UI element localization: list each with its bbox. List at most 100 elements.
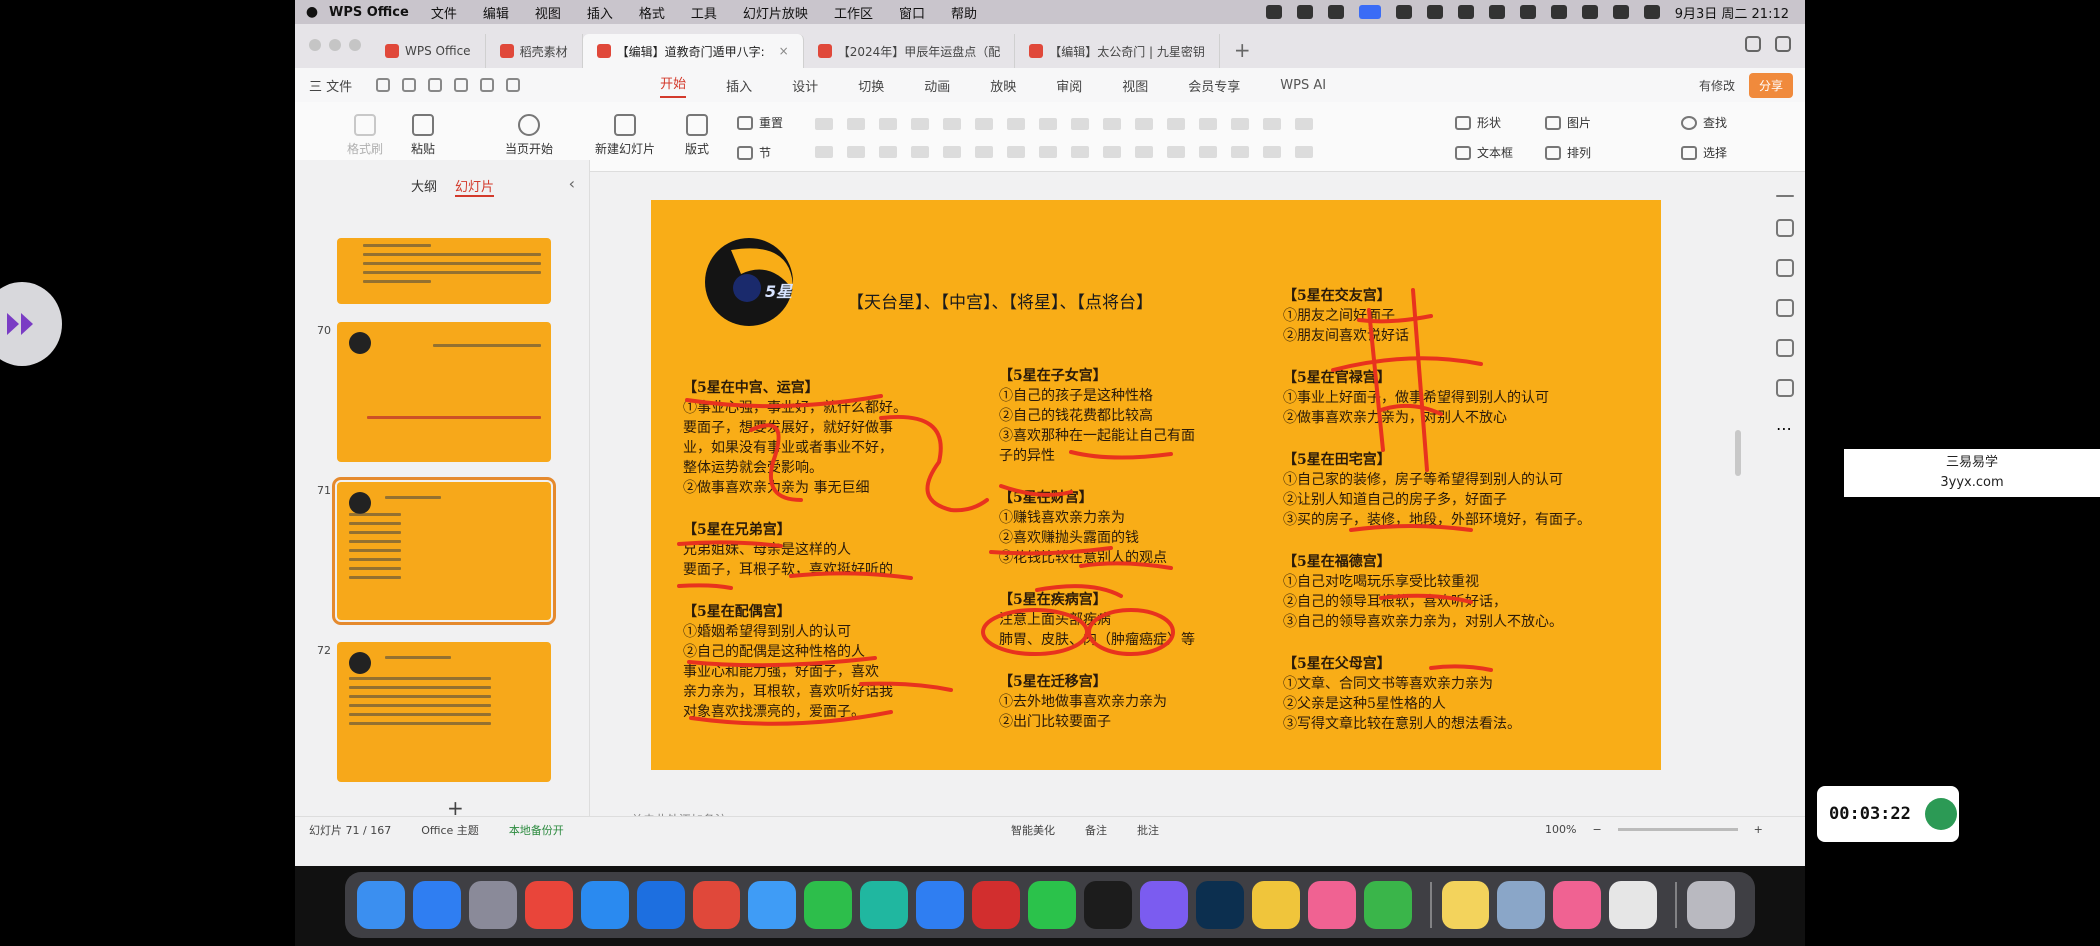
paragraph-control[interactable] xyxy=(1039,146,1057,158)
bilibili-b-icon[interactable] xyxy=(1139,881,1188,929)
tab-animation[interactable]: 动画 xyxy=(924,76,950,95)
menu-format[interactable]: 格式 xyxy=(639,3,665,22)
zoom-slider[interactable] xyxy=(1617,828,1738,831)
font-control[interactable] xyxy=(975,118,993,130)
new-slide-button[interactable]: 新建幻灯片 xyxy=(595,114,655,157)
share-button[interactable]: 分享 xyxy=(1748,73,1793,98)
settings-icon[interactable] xyxy=(1775,36,1791,52)
menu-tools[interactable]: 工具 xyxy=(691,3,717,22)
font-control[interactable] xyxy=(1135,118,1153,130)
game-app-icon[interactable] xyxy=(1363,881,1412,929)
zoom-level[interactable]: 100% xyxy=(1545,823,1576,836)
wechat-icon[interactable] xyxy=(1028,881,1076,929)
menu-slideshow[interactable]: 幻灯片放映 xyxy=(743,3,808,22)
trash-icon[interactable] xyxy=(1687,881,1736,929)
select-button[interactable]: 选择 xyxy=(1681,144,1727,161)
paragraph-control[interactable] xyxy=(1007,146,1025,158)
paragraph-control[interactable] xyxy=(847,146,865,158)
print-icon[interactable] xyxy=(428,78,443,92)
tab-home[interactable]: 开始 xyxy=(660,73,687,98)
slide-canvas[interactable]: 5星 【天台星】、【中宫】、【将星】、【点将台】 【5星在中宫、运宫】 ①事业心… xyxy=(651,200,1661,770)
menu-file[interactable]: 文件 xyxy=(431,3,457,22)
comments-toggle[interactable]: 批注 xyxy=(1137,822,1159,838)
bilibili-2-icon[interactable] xyxy=(1553,881,1602,929)
font-control[interactable] xyxy=(815,118,833,130)
paragraph-control[interactable] xyxy=(1263,146,1281,158)
paragraph-control[interactable] xyxy=(1199,146,1217,158)
new-tab-button[interactable]: + xyxy=(1234,38,1251,68)
zoom-window-button[interactable] xyxy=(349,39,361,51)
font-control[interactable] xyxy=(1263,118,1281,130)
arrow-app-icon[interactable] xyxy=(636,881,685,929)
tab-insert[interactable]: 插入 xyxy=(726,76,752,95)
status-app-icon[interactable] xyxy=(1395,5,1412,19)
netease-music-icon[interactable] xyxy=(972,881,1021,929)
search-icon[interactable] xyxy=(1612,5,1629,19)
backup-status[interactable]: 本地备份开 xyxy=(509,822,564,838)
edit-status[interactable]: 有修改 xyxy=(1699,77,1735,94)
play-from-current-button[interactable]: 当页开始 xyxy=(505,114,553,157)
minimize-window-button[interactable] xyxy=(329,39,341,51)
tab-view[interactable]: 视图 xyxy=(1122,76,1148,95)
theme-name[interactable]: Office 主题 xyxy=(421,822,479,838)
collapse-panel-icon[interactable]: ‹ xyxy=(569,174,575,193)
paragraph-control[interactable] xyxy=(943,146,961,158)
iqiyi-icon[interactable] xyxy=(804,881,853,929)
tab-review[interactable]: 审阅 xyxy=(1056,76,1082,95)
tab-outline[interactable]: 大纲 xyxy=(411,176,437,197)
wps-ai-button[interactable]: WPS AI xyxy=(1280,78,1326,93)
lark-icon[interactable] xyxy=(916,881,965,929)
launchpad-icon[interactable] xyxy=(468,881,517,929)
wechat-status-icon[interactable] xyxy=(1426,5,1443,19)
baidu-netdisk-icon[interactable] xyxy=(748,881,797,929)
paragraph-control[interactable] xyxy=(1103,146,1121,158)
zoom-in-button[interactable]: + xyxy=(1754,823,1763,836)
slide-thumbnail[interactable] xyxy=(337,322,551,462)
slide-thumbnail-selected[interactable] xyxy=(332,477,556,625)
copy-icon[interactable] xyxy=(1776,299,1794,317)
status-app-icon[interactable] xyxy=(1296,5,1313,19)
close-window-button[interactable] xyxy=(309,39,321,51)
car-icon[interactable] xyxy=(1457,5,1474,19)
finder-icon[interactable] xyxy=(357,881,405,929)
control-center-icon[interactable] xyxy=(1643,5,1660,19)
video-player-icon[interactable] xyxy=(860,881,909,929)
slide-thumbnail[interactable] xyxy=(337,238,551,304)
screen-record-icon[interactable] xyxy=(1358,5,1381,19)
font-control[interactable] xyxy=(1007,118,1025,130)
paragraph-control[interactable] xyxy=(1167,146,1185,158)
notes-toggle[interactable]: 备注 xyxy=(1085,822,1107,838)
app-store-icon[interactable] xyxy=(412,881,461,929)
tab-design[interactable]: 设计 xyxy=(792,76,818,95)
tab-member[interactable]: 会员专享 xyxy=(1188,76,1240,95)
minimize-pane-icon[interactable] xyxy=(1776,195,1794,197)
menubar-app-name[interactable]: WPS Office xyxy=(329,5,409,20)
paragraph-control[interactable] xyxy=(975,146,993,158)
floating-nav-button[interactable] xyxy=(0,282,62,366)
adjust-icon[interactable] xyxy=(1776,219,1794,237)
window-layout-icon[interactable] xyxy=(1745,36,1761,52)
redo-icon[interactable] xyxy=(506,78,521,92)
doc-app-icon[interactable] xyxy=(1609,881,1658,929)
slide-scrollbar[interactable] xyxy=(1735,430,1741,476)
layout-button[interactable]: 版式 xyxy=(685,114,709,157)
find-button[interactable]: 查找 xyxy=(1681,114,1727,131)
slide-thumbnail[interactable] xyxy=(337,642,551,782)
paragraph-control[interactable] xyxy=(879,146,897,158)
font-control[interactable] xyxy=(1199,118,1217,130)
preview-icon[interactable] xyxy=(1497,881,1546,929)
tab-document-taigong[interactable]: 【编辑】太公奇门 | 九星密钥 xyxy=(1015,34,1220,68)
bilibili-icon[interactable] xyxy=(1307,881,1356,929)
zoom-out-button[interactable]: − xyxy=(1592,823,1601,836)
menu-edit[interactable]: 编辑 xyxy=(483,3,509,22)
tab-current-document[interactable]: 【编辑】道教奇门遁甲八字: × xyxy=(582,34,804,68)
wps-icon[interactable] xyxy=(692,881,741,929)
font-control[interactable] xyxy=(1039,118,1057,130)
apple-icon[interactable]: ● xyxy=(295,4,329,20)
tab-slideshow[interactable]: 放映 xyxy=(990,76,1016,95)
history-icon[interactable] xyxy=(1776,379,1794,397)
textbox-button[interactable]: 文本框 xyxy=(1455,144,1513,161)
tab-slides[interactable]: 幻灯片 xyxy=(455,176,495,197)
menubar-datetime[interactable]: 9月3日 周二 21:12 xyxy=(1675,3,1789,22)
menu-help[interactable]: 帮助 xyxy=(951,3,977,22)
